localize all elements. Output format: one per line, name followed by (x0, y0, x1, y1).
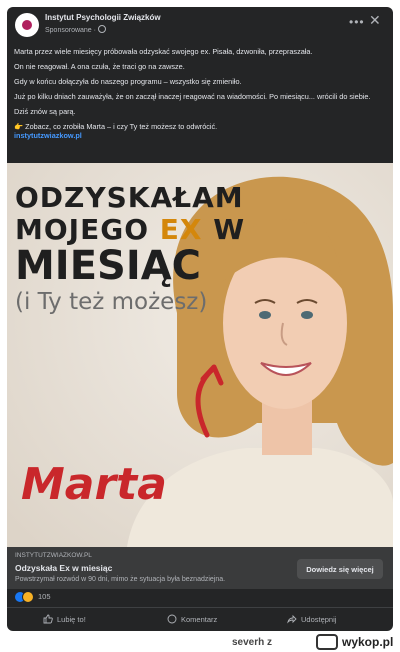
like-label: Lubię to! (57, 614, 86, 624)
link-description: Powstrzymał rozwód w 90 dni, mimo że syt… (15, 576, 226, 583)
comment-label: Komentarz (181, 614, 218, 624)
ad-post-card: Instytut Psychologii Związków Sponsorowa… (7, 7, 393, 631)
watermark-footer: severh z wykop.pl (0, 632, 400, 652)
ad-headline-line-1: ODZYSKAŁAM (15, 181, 244, 214)
ad-headline-line-2: MOJEGO EX W (15, 213, 245, 246)
more-options-button[interactable]: ••• (349, 15, 365, 29)
post-header: Instytut Psychologii Związków Sponsorowa… (7, 7, 393, 43)
share-label: Udostępnij (301, 614, 337, 624)
page-name[interactable]: Instytut Psychologii Związków (45, 13, 161, 22)
post-paragraph: Gdy w końcu dołączyła do naszego program… (14, 77, 242, 86)
post-link[interactable]: instytutzwiazkow.pl (14, 131, 386, 140)
action-bar: Lubię to! Komentarz Udostępnij (7, 607, 393, 631)
link-preview[interactable]: INSTYTUTZWIAZKOW.PL Odzyskała Ex w miesi… (7, 547, 393, 589)
learn-more-button[interactable]: Dowiedz się więcej (297, 559, 383, 579)
post-paragraph: Dziś znów są parą. (14, 107, 76, 116)
post-paragraph: Już po kilku dniach zauważyła, że on zac… (14, 92, 371, 101)
link-title[interactable]: Odzyskała Ex w miesiąc (15, 563, 112, 573)
comment-icon (167, 614, 177, 624)
ad-subline: (i Ty też możesz) (15, 289, 208, 315)
share-button[interactable]: Udostępnij (287, 614, 336, 624)
share-icon (287, 614, 297, 624)
footer-username: severh (232, 637, 265, 648)
haha-icon (22, 591, 34, 603)
link-domain: INSTYTUTZWIAZKOW.PL (15, 552, 92, 559)
close-button[interactable]: ✕ (369, 12, 381, 29)
comment-button[interactable]: Komentarz (167, 614, 217, 624)
footer-brand: wykop.pl (342, 635, 394, 649)
post-cta-line: 👉 Zobacz, co zrobiła Marta – i czy Ty te… (14, 122, 218, 131)
headline-accent: EX (159, 213, 203, 246)
headline-part: W (202, 213, 246, 246)
footer-separator: z (267, 637, 273, 648)
ad-headline-line-3: MIESIĄC (15, 243, 202, 289)
sponsored-label: Sponsorowane · (45, 25, 106, 34)
post-paragraph: Marta przez wiele miesięcy próbowała odz… (14, 47, 313, 56)
ad-name-label: Marta (21, 459, 167, 510)
ad-image[interactable]: ODZYSKAŁAM MOJEGO EX W MIESIĄC (i Ty też… (7, 163, 393, 547)
wykop-logo-icon (316, 634, 338, 650)
footer-user: severh z (232, 637, 272, 648)
globe-icon (97, 25, 106, 33)
logo-icon (22, 20, 32, 30)
sponsored-text: Sponsorowane · (45, 27, 96, 34)
thumbs-up-icon (43, 614, 53, 624)
like-button[interactable]: Lubię to! (43, 614, 86, 624)
page-avatar[interactable] (15, 13, 39, 37)
headline-part: MOJEGO (15, 213, 160, 246)
post-paragraph: On nie reagował. A ona czuła, że traci g… (14, 62, 185, 71)
post-text: Marta przez wiele miesięcy próbowała odz… (14, 47, 386, 140)
reaction-count[interactable]: 105 (38, 592, 51, 601)
